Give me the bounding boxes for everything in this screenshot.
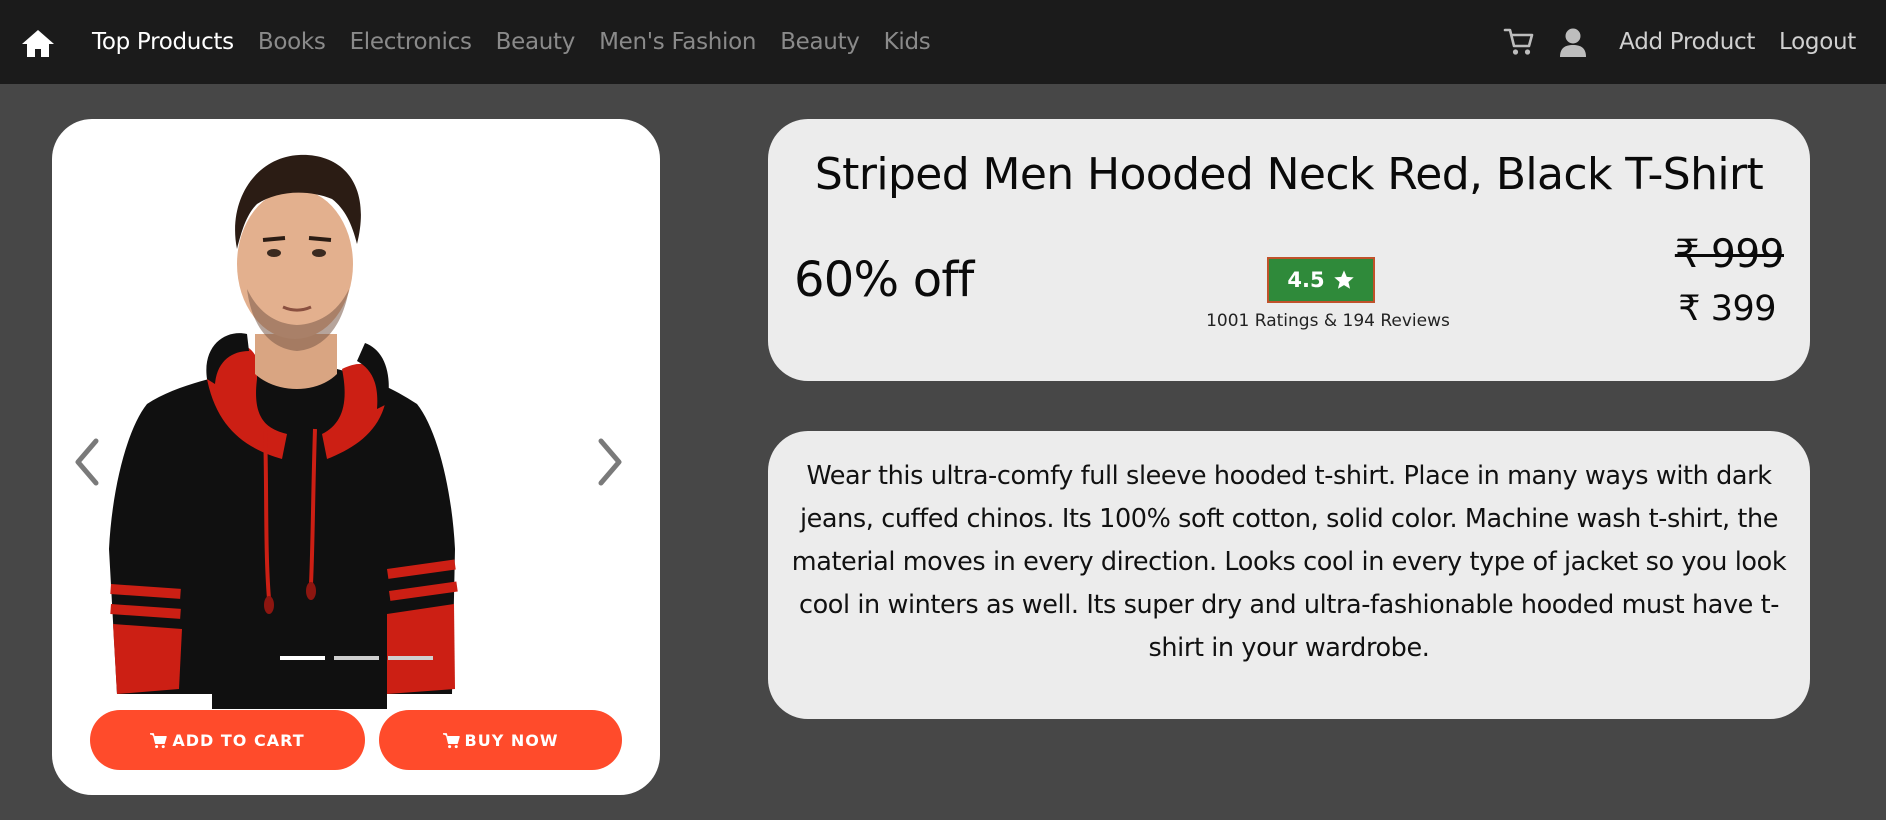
- add-to-cart-button[interactable]: ADD TO CART: [90, 710, 365, 770]
- buy-now-button[interactable]: BUY NOW: [379, 710, 622, 770]
- cart-icon[interactable]: [1503, 26, 1535, 58]
- logout-link[interactable]: Logout: [1779, 29, 1856, 55]
- carousel-indicators: [280, 656, 442, 660]
- carousel-prev-arrow[interactable]: [70, 435, 104, 489]
- sale-price: ₹ 399: [1678, 289, 1776, 329]
- add-product-link[interactable]: Add Product: [1619, 29, 1755, 55]
- nav-link-beauty[interactable]: Beauty: [496, 29, 576, 55]
- add-to-cart-label: ADD TO CART: [172, 730, 305, 750]
- buy-now-label: BUY NOW: [464, 730, 559, 750]
- nav-link-beauty-2[interactable]: Beauty: [780, 29, 860, 55]
- top-navbar: Top Products Books Electronics Beauty Me…: [0, 0, 1886, 84]
- cart-icon: [150, 732, 168, 748]
- hooded-tshirt-photo: [109, 154, 458, 709]
- nav-link-kids[interactable]: Kids: [884, 29, 931, 55]
- product-description: Wear this ultra-comfy full sleeve hooded…: [791, 461, 1787, 663]
- nav-link-electronics[interactable]: Electronics: [350, 29, 472, 55]
- rating-badge[interactable]: 4.5: [1267, 257, 1375, 303]
- carousel-indicator-3[interactable]: [388, 656, 433, 660]
- rating-summary: 1001 Ratings & 194 Reviews: [1206, 311, 1450, 331]
- discount-label: 60% off: [794, 252, 974, 308]
- category-nav: Top Products Books Electronics Beauty Me…: [92, 0, 954, 84]
- nav-actions: Add Product Logout: [1503, 0, 1856, 84]
- carousel-next-arrow[interactable]: [593, 435, 627, 489]
- product-description-card: Wear this ultra-comfy full sleeve hooded…: [768, 431, 1810, 719]
- star-icon: [1333, 270, 1354, 289]
- product-info-card: Striped Men Hooded Neck Red, Black T-Shi…: [768, 119, 1810, 381]
- product-image-card: ADD TO CART BUY NOW: [52, 119, 660, 795]
- carousel-indicator-1[interactable]: [280, 656, 325, 660]
- original-price: ₹ 999: [1674, 232, 1785, 277]
- user-icon[interactable]: [1557, 26, 1589, 58]
- product-title: Striped Men Hooded Neck Red, Black T-Shi…: [814, 149, 1764, 200]
- nav-link-books[interactable]: Books: [258, 29, 326, 55]
- nav-link-top-products[interactable]: Top Products: [92, 29, 234, 55]
- home-icon[interactable]: [20, 28, 56, 58]
- rating-value: 4.5: [1287, 268, 1325, 292]
- nav-link-mens-fashion[interactable]: Men's Fashion: [599, 29, 756, 55]
- cart-icon: [442, 732, 460, 748]
- carousel-indicator-2[interactable]: [334, 656, 379, 660]
